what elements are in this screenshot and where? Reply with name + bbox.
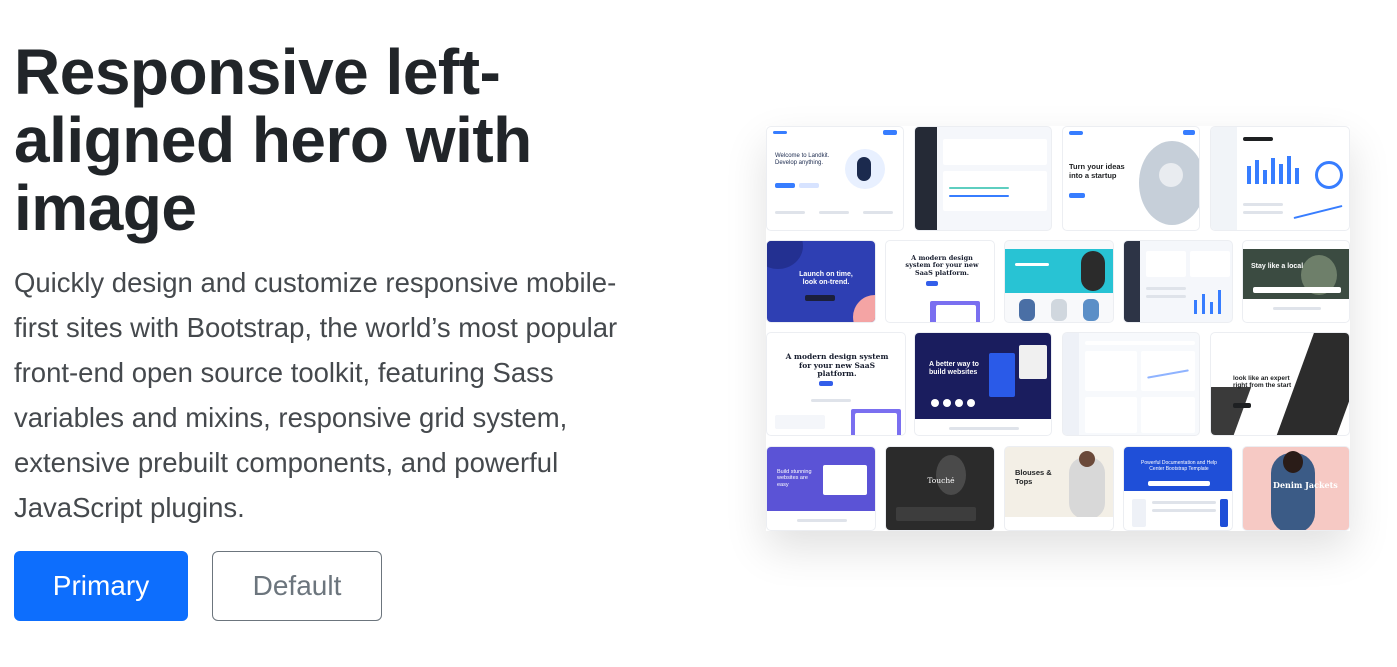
default-button[interactable]: Default [212,551,382,621]
thumbnail-analytics-dashboard [1210,126,1350,231]
thumbnail-documentation: Powerful Documentation and Help Center B… [1123,446,1233,531]
thumbnail-front-startup: Turn your ideas into a startup [1062,126,1200,231]
thumbnail-headline: Turn your ideas into a startup [1069,162,1125,180]
thumbnail-saas-platform: A modern design system for your new SaaS… [885,240,995,323]
thumbnail-build-stunning: Build stunning websites are easy [766,446,876,531]
thumbnail-admin-charts [1123,240,1233,323]
thumbnail-better-way: A better way to build websites [914,332,1052,436]
thumbnail-headline: Launch on time, look on-trend. [799,271,853,287]
thumbnail-headline: Blouses & Tops [1015,468,1052,486]
thumbnail-saas-platform-large: A modern design system for your new SaaS… [766,332,906,436]
primary-button[interactable]: Primary [14,551,188,621]
thumbnail-look-like-expert: look like an expert right from the start [1210,332,1350,436]
thumbnail-headline: Stay like a local [1251,263,1304,270]
thumbnail-headline: Build stunning websites are easy [777,469,812,488]
thumbnail-headline: A modern design system for your new SaaS… [905,254,979,277]
thumbnail-headline: Welcome to Landkit. Develop anything. [775,153,830,166]
thumbnail-crm-dashboard [1062,332,1200,436]
thumbnail-ecommerce-teal [1004,240,1114,323]
thumbnail-headline: Powerful Documentation and Help Center B… [1141,460,1217,472]
hero-title: Responsive left-aligned hero with image [14,36,532,244]
thumbnail-dashboard-dark-sidebar [914,126,1052,231]
thumbnail-blouses-tops: Blouses & Tops [1004,446,1114,531]
thumbnail-landkit: Welcome to Landkit. Develop anything. [766,126,904,231]
thumbnail-headline: A better way to build websites [929,361,979,377]
hero-text-column: Responsive left-aligned hero with image … [14,38,674,530]
thumbnail-launch-on-time: Launch on time, look on-trend. [766,240,876,323]
thumbnail-touche: Touché [885,446,995,531]
thumbnail-denim-jackets: Denim Jackets [1242,446,1350,531]
thumbnail-headline: Denim Jackets [1273,480,1338,490]
thumbnail-headline: A modern design system for your new SaaS… [785,352,889,379]
thumbnail-travel: Stay like a local [1242,240,1350,323]
hero-button-row: Primary Default [14,551,382,621]
hero-lead: Quickly design and customize responsive … [14,267,618,523]
thumbnail-headline: Touché [927,476,955,485]
hero-image-collage: Welcome to Landkit. Develop anything. Tu… [766,126,1350,531]
thumbnail-headline: look like an expert right from the start [1233,375,1292,390]
